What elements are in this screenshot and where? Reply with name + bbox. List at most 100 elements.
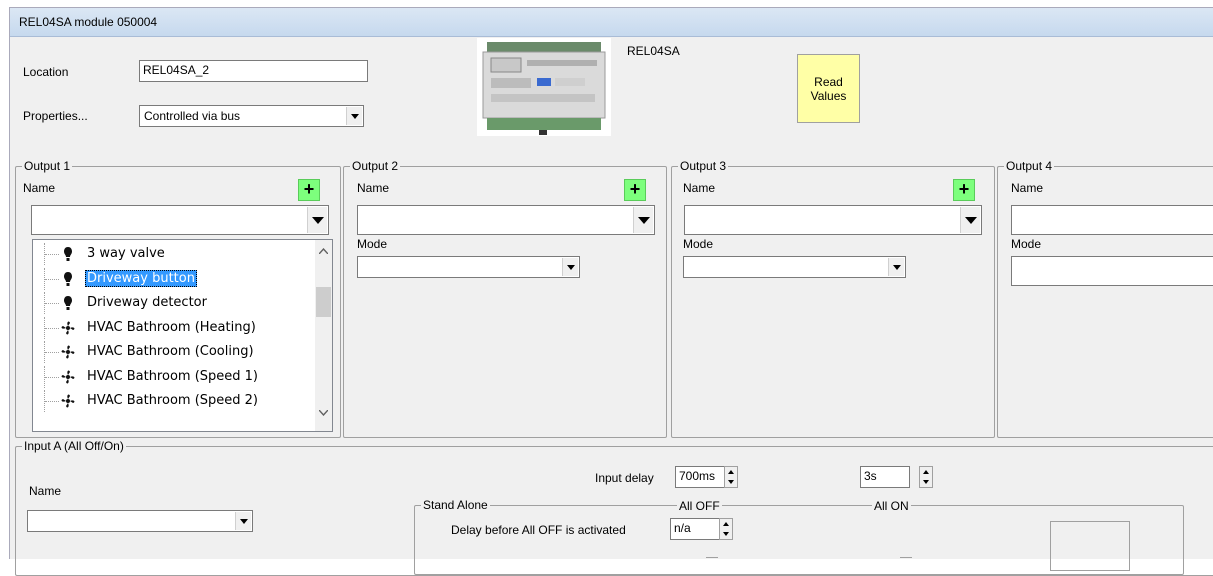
second-delay-field[interactable]: 3s	[860, 466, 910, 488]
output-1-name-select[interactable]	[31, 205, 329, 235]
output-2-mode-label: Mode	[357, 237, 388, 251]
spin-down-icon[interactable]	[728, 480, 734, 484]
output-2-name-label: Name	[357, 181, 390, 195]
input-delay-label: Input delay	[595, 471, 654, 485]
fan-icon	[60, 393, 76, 409]
input-delay-value: 700ms	[679, 469, 716, 483]
read-values-line2: Values	[810, 88, 847, 103]
tree-connector	[44, 267, 60, 290]
all-off-label: All OFF	[677, 499, 722, 513]
second-delay-spinner[interactable]	[919, 466, 933, 488]
delay-all-off-field[interactable]: n/a	[670, 518, 720, 540]
title-bar: REL04SA module 050004	[10, 8, 1213, 37]
input-delay-field[interactable]: 700ms	[675, 466, 725, 488]
fan-icon	[60, 344, 76, 360]
output-1-name-label: Name	[23, 181, 56, 195]
all-on-label: All ON	[872, 499, 911, 513]
output-4-mode-select[interactable]	[1011, 256, 1213, 286]
chevron-down-icon[interactable]	[235, 512, 251, 530]
list-item-label: 3 way valve	[87, 246, 165, 261]
delay-all-off-spinner[interactable]	[719, 518, 733, 540]
chevron-down-icon[interactable]	[307, 207, 327, 233]
location-input[interactable]: REL04SA_2	[139, 60, 368, 82]
chevron-down-icon[interactable]	[346, 107, 362, 125]
list-item-label: Driveway button	[85, 269, 197, 287]
scroll-thumb[interactable]	[316, 287, 331, 317]
tree-connector	[44, 292, 60, 314]
output-3-name-select[interactable]	[684, 205, 982, 235]
input-a-legend: Input A (All Off/On)	[22, 439, 126, 453]
plus-icon: +	[958, 179, 970, 199]
spin-up-icon[interactable]	[923, 470, 929, 474]
output-4-name-select[interactable]	[1011, 205, 1213, 235]
tree-connector	[44, 316, 60, 339]
tree-connector	[44, 243, 60, 265]
spin-up-icon[interactable]	[723, 522, 729, 526]
read-values-line1: Read	[814, 74, 843, 89]
output-3-mode-select[interactable]	[683, 256, 906, 278]
list-item[interactable]: HVAC Bathroom (Heating)	[33, 316, 313, 339]
scroll-up-icon[interactable]	[319, 248, 328, 254]
delay-all-off-label: Delay before All OFF is activated	[451, 523, 626, 537]
second-delay-value: 3s	[864, 469, 877, 483]
list-item-label: HVAC Bathroom (Heating)	[87, 319, 256, 335]
stand-alone-legend: Stand Alone	[421, 498, 490, 512]
output-1-name-dropdown-list[interactable]: 3 way valve Driveway button Driveway detec…	[32, 239, 333, 432]
list-item[interactable]: Driveway detector	[33, 292, 313, 314]
output-2-add-button[interactable]: +	[624, 179, 646, 201]
list-item-label: Driveway detector	[87, 295, 207, 310]
chevron-down-icon[interactable]	[888, 258, 904, 276]
window-title: REL04SA module 050004	[19, 15, 158, 29]
output-3-legend: Output 3	[678, 159, 729, 173]
chevron-down-icon[interactable]	[562, 258, 578, 276]
output-3-name-label: Name	[683, 181, 716, 195]
plus-icon: +	[303, 179, 315, 199]
status-indicator-box	[1050, 521, 1130, 571]
location-label: Location	[23, 65, 69, 79]
bulb-icon	[60, 271, 76, 287]
list-item[interactable]: Driveway button	[33, 267, 313, 290]
tree-connector	[44, 390, 60, 412]
tree-connector	[44, 341, 60, 363]
location-value: REL04SA_2	[143, 63, 210, 77]
dropdown-scrollbar[interactable]	[315, 240, 332, 431]
output-2-mode-select[interactable]	[357, 256, 580, 278]
chevron-down-icon[interactable]	[633, 207, 653, 233]
device-image	[477, 38, 611, 136]
plus-icon: +	[629, 179, 641, 199]
list-item-label: HVAC Bathroom (Speed 1)	[87, 368, 258, 384]
properties-select[interactable]: Controlled via bus	[139, 105, 364, 127]
input-delay-spinner[interactable]	[724, 466, 738, 488]
fan-icon	[60, 369, 76, 385]
input-a-name-label: Name	[29, 484, 62, 498]
scroll-down-icon[interactable]	[319, 410, 328, 416]
device-name: REL04SA	[627, 44, 680, 58]
output-2-legend: Output 2	[350, 159, 401, 173]
output-4-legend: Output 4	[1004, 159, 1055, 173]
chevron-down-icon[interactable]	[960, 207, 980, 233]
input-a-name-select[interactable]	[27, 510, 253, 532]
list-item[interactable]: 3 way valve	[33, 243, 313, 265]
module-window: REL04SA module 050004 Location REL04SA_2…	[9, 7, 1213, 576]
output-3-add-button[interactable]: +	[953, 179, 975, 201]
list-item-label: HVAC Bathroom (Cooling)	[87, 344, 254, 359]
output-1-add-button[interactable]: +	[298, 179, 320, 201]
bulb-icon	[60, 295, 76, 311]
list-item[interactable]: HVAC Bathroom (Speed 2)	[33, 390, 313, 412]
output-1-legend: Output 1	[22, 159, 73, 173]
output-2-name-select[interactable]	[357, 205, 655, 235]
output-4-name-label: Name	[1011, 181, 1044, 195]
spin-down-icon[interactable]	[923, 480, 929, 484]
list-item[interactable]: HVAC Bathroom (Cooling)	[33, 341, 313, 363]
read-values-button[interactable]: Read Values	[797, 54, 860, 123]
tree-connector	[44, 365, 60, 388]
list-item[interactable]: HVAC Bathroom (Speed 1)	[33, 365, 313, 388]
spin-up-icon[interactable]	[728, 470, 734, 474]
fan-icon	[60, 320, 76, 336]
spin-down-icon[interactable]	[723, 532, 729, 536]
delay-all-off-value: n/a	[674, 521, 691, 535]
bulb-icon	[60, 246, 76, 262]
properties-value: Controlled via bus	[144, 109, 241, 123]
properties-label: Properties...	[23, 109, 88, 123]
list-item-label: HVAC Bathroom (Speed 2)	[87, 393, 258, 408]
